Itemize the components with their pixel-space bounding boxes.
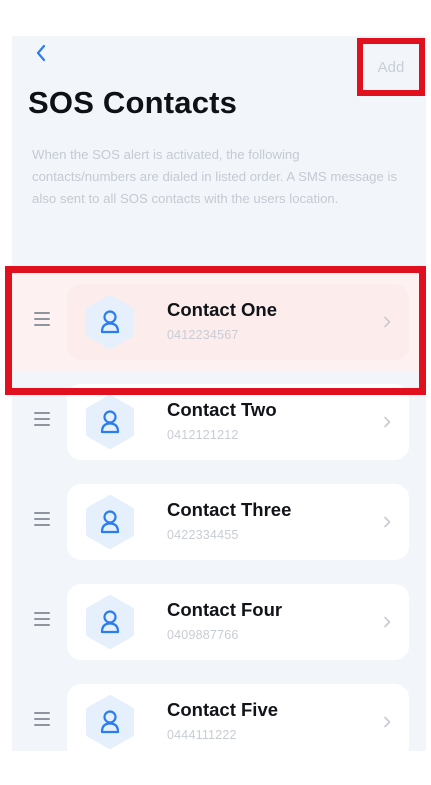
person-icon (100, 710, 120, 734)
nav-bar: Add (12, 36, 426, 96)
drag-handle-icon[interactable] (34, 312, 50, 326)
contact-phone: 0409887766 (167, 628, 239, 642)
contact-row-3: Contact Three 0422334455 (12, 472, 426, 572)
contact-name: Contact One (167, 299, 277, 320)
chevron-right-icon (380, 714, 394, 730)
contact-name: Contact Four (167, 599, 283, 620)
contact-phone: 0412234567 (167, 328, 239, 342)
person-icon (100, 410, 120, 434)
avatar (83, 595, 137, 649)
contact-card[interactable]: Contact Three 0422334455 (67, 484, 409, 560)
sos-contacts-panel: Add SOS Contacts When the SOS alert is a… (12, 36, 426, 760)
contact-name: Contact Two (167, 399, 277, 420)
chevron-right-icon (380, 614, 394, 630)
avatar (83, 695, 137, 749)
add-button[interactable]: Add (357, 38, 425, 96)
contact-card[interactable]: Contact Five 0444111222 (67, 684, 409, 760)
contact-name: Contact Five (167, 699, 279, 720)
contact-card[interactable]: Contact Four 0409887766 (67, 584, 409, 660)
contact-row-5: Contact Five 0444111222 (12, 672, 426, 772)
chevron-right-icon (380, 514, 394, 530)
avatar (83, 395, 137, 449)
page-title: SOS Contacts (28, 85, 238, 120)
contact-row-2: Contact Two 0412121212 (12, 372, 426, 472)
chevron-right-icon (380, 414, 394, 430)
page-description: When the SOS alert is activated, the fol… (32, 147, 398, 206)
avatar (83, 495, 137, 549)
drag-handle-icon[interactable] (34, 612, 50, 626)
drag-handle-icon[interactable] (34, 712, 50, 726)
contact-phone: 0444111222 (167, 728, 237, 742)
contact-card[interactable]: Contact One 0412234567 (67, 284, 409, 360)
contact-name: Contact Three (167, 499, 292, 520)
drag-handle-icon[interactable] (34, 412, 50, 426)
person-icon (100, 310, 120, 334)
screen: Add SOS Contacts When the SOS alert is a… (0, 0, 431, 785)
chevron-right-icon (380, 314, 394, 330)
person-icon (100, 610, 120, 634)
person-icon (100, 510, 120, 534)
chevron-left-icon (36, 44, 46, 62)
contact-card[interactable]: Contact Two 0412121212 (67, 384, 409, 460)
drag-handle-icon[interactable] (34, 512, 50, 526)
contact-row-1: Contact One 0412234567 (12, 272, 426, 372)
avatar (83, 295, 137, 349)
back-button[interactable] (26, 38, 56, 68)
contact-row-4: Contact Four 0409887766 (12, 572, 426, 672)
contact-phone: 0412121212 (167, 428, 239, 442)
contact-phone: 0422334455 (167, 528, 239, 542)
